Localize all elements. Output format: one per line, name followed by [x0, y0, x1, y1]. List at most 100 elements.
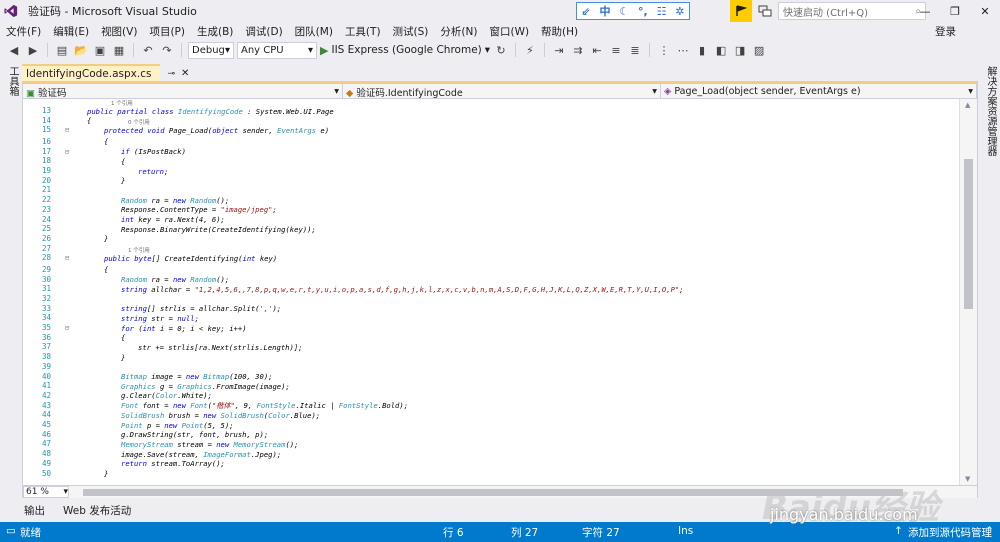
ime-switch-icon[interactable]: ⇙ [581, 5, 590, 18]
ime-punctuation-icon[interactable]: °, [638, 5, 648, 18]
ime-softkeyboard-icon[interactable]: ☷ [657, 5, 667, 18]
new-project-icon[interactable]: ▤ [54, 42, 70, 58]
collapse-icon[interactable]: ⊟ [65, 148, 69, 156]
menu-build[interactable]: 生成(B) [191, 24, 239, 39]
line-number: 16 [41, 136, 51, 146]
decrease-indent-icon[interactable]: ≡ [608, 42, 624, 58]
code-line: { [104, 265, 109, 275]
code-line: for (int i = 0; i < key; i + +) [121, 323, 247, 333]
clear-bookmarks-icon[interactable]: ▨ [751, 42, 767, 58]
member-dropdown[interactable]: ◈ Page_Load(object sender, EventArgs e) ▾ [661, 84, 977, 99]
tab-output[interactable]: 输出 [22, 503, 47, 518]
code-editor[interactable]: ▣ 验证码 ▾ ◆ 验证码.IdentifyingCode ▾ ◈ Page_Loa… [22, 83, 978, 498]
code-line: { [121, 156, 126, 166]
comment-icon[interactable]: ⋮ [656, 42, 672, 58]
back-icon[interactable]: ◀ [6, 42, 22, 58]
step-into-icon[interactable]: ⇥ [551, 42, 567, 58]
code-line: string[] strlis = allchar. Split(','); [121, 304, 282, 314]
document-tab[interactable]: IdentifyingCode.aspx.cs ⊸ ✕ [22, 64, 189, 81]
ime-toolbar[interactable]: ⇙ 中 ☾ °, ☷ ✲ [576, 2, 690, 20]
uncomment-icon[interactable]: ⋯ [675, 42, 691, 58]
minimize-button[interactable]: — [910, 0, 940, 22]
member-label: ◈ Page_Load(object sender, EventArgs e) [664, 86, 861, 97]
menu-edit[interactable]: 编辑(E) [47, 24, 95, 39]
forward-icon[interactable]: ▶ [25, 42, 41, 58]
toolbox-tab[interactable]: 工具箱 [5, 66, 20, 96]
method-icon: ◈ [664, 86, 672, 97]
code-area[interactable]: 1 个引用 public partial class IdentifyingCod… [63, 99, 958, 485]
bookmark-icon[interactable]: ▮ [694, 42, 710, 58]
code-line: } [121, 352, 126, 362]
notifications-flag-icon[interactable] [730, 0, 752, 22]
redo-icon[interactable]: ↷ [159, 42, 175, 58]
code-line: MemoryStream stream = new MemoryStream()… [121, 439, 299, 449]
start-debugging-button[interactable]: ▶ IIS Express (Google Chrome) ▾ [320, 44, 490, 57]
refresh-icon[interactable]: ↻ [493, 42, 509, 58]
maximize-button[interactable]: ❐ [940, 0, 970, 22]
pin-icon[interactable]: ⊸ [167, 69, 175, 79]
configuration-dropdown[interactable]: Debug ▾ [188, 41, 234, 59]
open-file-icon[interactable]: 📂 [73, 42, 89, 58]
code-line: string str = null; [121, 313, 199, 323]
menu-view[interactable]: 视图(V) [95, 24, 143, 39]
line-number: 29 [41, 264, 51, 274]
collapse-icon[interactable]: ⊟ [65, 126, 69, 134]
status-char: 字符 27 [582, 527, 620, 539]
save-icon[interactable]: ▣ [92, 42, 108, 58]
line-number: 24 [41, 214, 51, 224]
save-all-icon[interactable]: ▦ [111, 42, 127, 58]
line-number: 18 [41, 156, 51, 166]
class-dropdown[interactable]: ◆ 验证码.IdentifyingCode ▾ [343, 84, 661, 99]
zoom-value: 61 % [26, 487, 49, 497]
step-out-icon[interactable]: ⇤ [589, 42, 605, 58]
menu-test[interactable]: 测试(S) [387, 24, 435, 39]
project-dropdown[interactable]: ▣ 验证码 ▾ [23, 84, 343, 99]
code-line: SolidBrush brush = new SolidBrush(Color.… [121, 410, 321, 420]
menu-window[interactable]: 窗口(W) [483, 24, 535, 39]
vertical-scroll-thumb[interactable] [964, 159, 973, 309]
menu-help[interactable]: 帮助(H) [535, 24, 584, 39]
quick-launch-input[interactable]: 快速启动 (Ctrl+Q) ⌕ [778, 2, 926, 20]
line-number: 31 [41, 284, 51, 294]
line-number: 42 [41, 390, 51, 400]
menu-file[interactable]: 文件(F) [0, 24, 47, 39]
line-number: 35 [41, 323, 51, 332]
close-icon[interactable]: ✕ [181, 68, 189, 79]
zoom-dropdown[interactable]: 61 % ▾ [23, 486, 69, 498]
line-number: 34 [41, 313, 51, 323]
menu-analyze[interactable]: 分析(N) [434, 24, 483, 39]
window-title: 验证码 - Microsoft Visual Studio [28, 5, 197, 18]
code-line: } [104, 469, 109, 478]
menu-tools[interactable]: 工具(T) [339, 24, 387, 39]
prev-bookmark-icon[interactable]: ◧ [713, 42, 729, 58]
line-number: 28 [41, 253, 51, 263]
line-number: 50 [41, 468, 51, 478]
close-button[interactable]: ✕ [970, 0, 1000, 22]
increase-indent-icon[interactable]: ≣ [627, 42, 643, 58]
code-line: return; [138, 166, 169, 176]
chevron-up-icon[interactable]: ⌃ [985, 525, 994, 537]
scroll-up-icon[interactable]: ▲ [965, 101, 970, 109]
undo-icon[interactable]: ↶ [140, 42, 156, 58]
scroll-down-icon[interactable]: ▼ [965, 475, 970, 483]
step-over-icon[interactable]: ⇉ [570, 42, 586, 58]
feedback-icon[interactable] [757, 3, 773, 19]
ime-settings-icon[interactable]: ✲ [675, 5, 684, 18]
solution-explorer-tab[interactable]: 解决方案资源管理器 [983, 66, 998, 156]
code-line: Bitmap image = new Bitmap(1 0 0, 3 0); [121, 372, 273, 381]
menu-team[interactable]: 团队(M) [289, 24, 339, 39]
tab-web-publish-activity[interactable]: Web 发布活动 [61, 503, 133, 518]
menu-project[interactable]: 项目(P) [143, 24, 191, 39]
vertical-scrollbar[interactable]: ▲ ▼ [959, 99, 977, 485]
collapse-icon[interactable]: ⊟ [65, 254, 69, 262]
collapse-icon[interactable]: ⊟ [65, 324, 69, 332]
login-link[interactable]: 登录 [935, 24, 956, 39]
ime-chinese-mode[interactable]: 中 [599, 3, 610, 19]
menu-debug[interactable]: 调试(D) [239, 24, 288, 39]
platform-dropdown[interactable]: Any CPU ▾ [237, 41, 317, 59]
code-line: Point p = new Point(5, 5); [121, 420, 234, 430]
code-line: public partial class IdentifyingCode : S… [87, 106, 334, 116]
browser-link-icon[interactable]: ⚡ [522, 42, 538, 58]
ime-moon-icon[interactable]: ☾ [619, 5, 629, 18]
next-bookmark-icon[interactable]: ◨ [732, 42, 748, 58]
